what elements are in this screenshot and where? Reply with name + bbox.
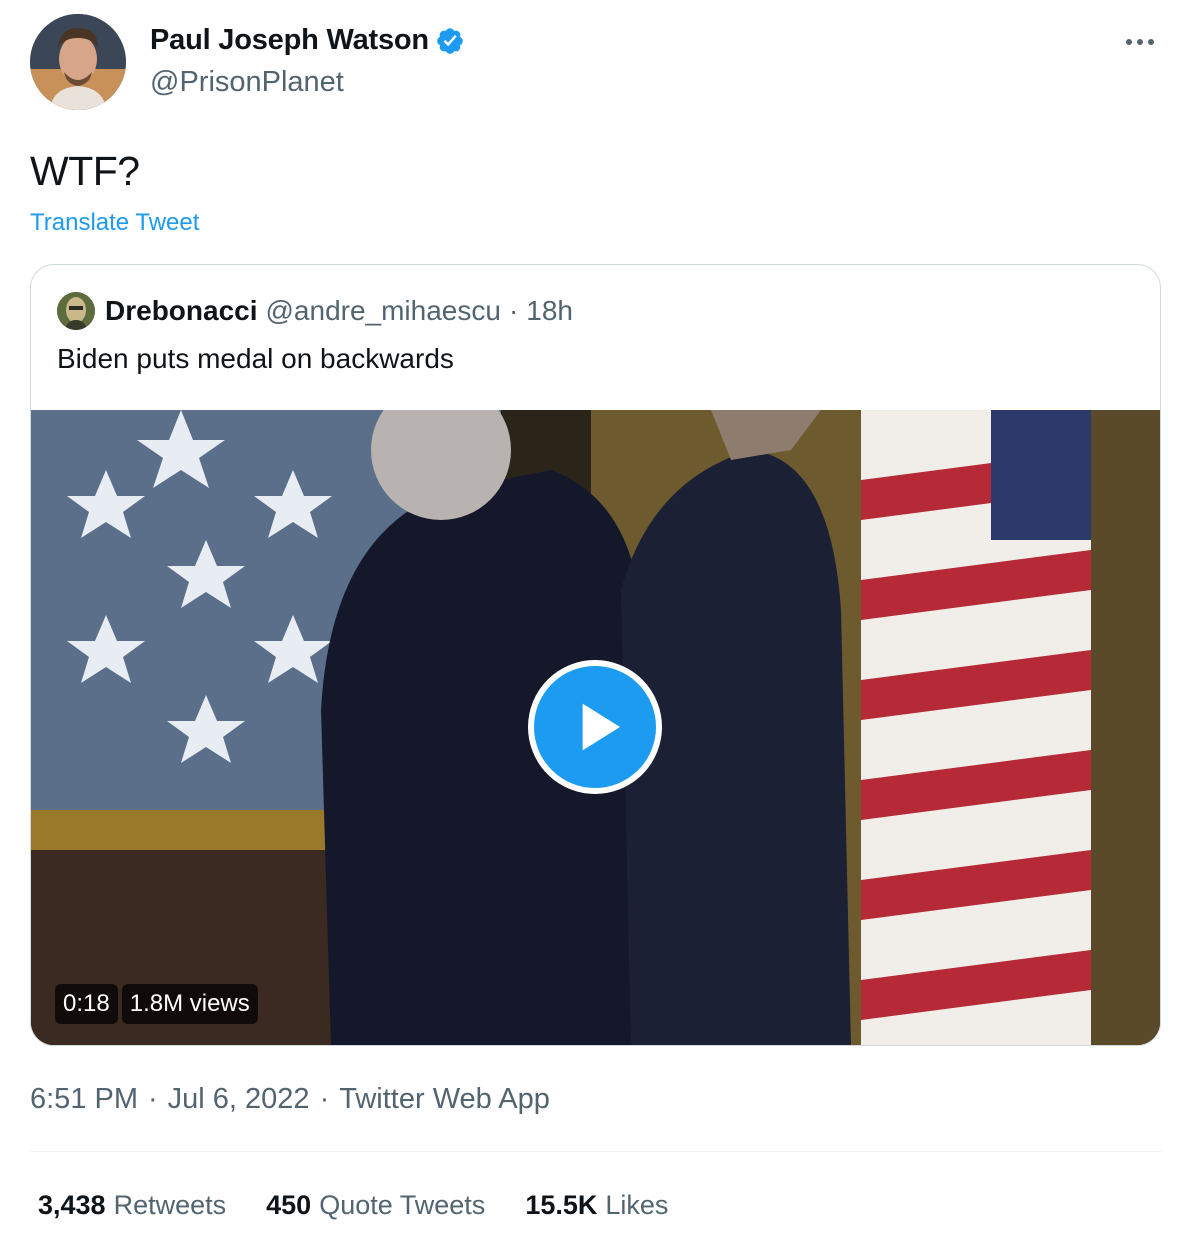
- quoted-tweet-header: Drebonacci @andre_mihaescu · 18h: [57, 292, 573, 330]
- quoted-tweet-time: 18h: [526, 295, 573, 326]
- retweets-stat[interactable]: 3,438 Retweets: [38, 1190, 226, 1221]
- more-options-button[interactable]: [1120, 28, 1160, 56]
- play-icon: [582, 703, 620, 751]
- quote-tweets-count: 450: [266, 1190, 312, 1220]
- tweet-time[interactable]: 6:51 PM: [30, 1083, 138, 1116]
- tweet-date[interactable]: Jul 6, 2022: [168, 1083, 310, 1116]
- likes-label: Likes: [605, 1190, 669, 1220]
- likes-stat[interactable]: 15.5K Likes: [525, 1190, 668, 1221]
- quoted-author-avatar[interactable]: [57, 292, 95, 330]
- engagement-stats: 3,438 Retweets 450 Quote Tweets 15.5K Li…: [38, 1190, 708, 1221]
- likes-count: 15.5K: [525, 1190, 598, 1220]
- separator-dot: ·: [508, 295, 519, 326]
- separator-dot: ·: [148, 1083, 158, 1115]
- divider: [30, 1151, 1162, 1152]
- author-name-row: Paul Joseph Watson: [150, 24, 465, 57]
- tweet-text: WTF?: [30, 148, 140, 194]
- video-badges: 0:18 1.8M views: [55, 984, 258, 1024]
- video-duration-badge: 0:18: [55, 984, 118, 1024]
- quote-tweets-stat[interactable]: 450 Quote Tweets: [266, 1190, 485, 1221]
- author-avatar[interactable]: [30, 14, 126, 110]
- video-player[interactable]: 0:18 1.8M views: [31, 410, 1160, 1045]
- translate-tweet-link[interactable]: Translate Tweet: [30, 209, 199, 237]
- retweets-count: 3,438: [38, 1190, 106, 1220]
- video-views-badge: 1.8M views: [121, 984, 258, 1024]
- tweet-source[interactable]: Twitter Web App: [339, 1083, 550, 1116]
- more-dot-icon: [1148, 39, 1154, 45]
- verified-badge-icon: [437, 27, 463, 54]
- retweets-label: Retweets: [113, 1190, 227, 1220]
- quote-tweets-label: Quote Tweets: [319, 1190, 486, 1220]
- quoted-author-name: Drebonacci: [105, 295, 258, 326]
- quoted-avatar-photo: [57, 292, 95, 330]
- more-dot-icon: [1126, 39, 1132, 45]
- tweet: Paul Joseph Watson @PrisonPlanet WTF? Tr…: [0, 0, 1188, 1254]
- quoted-tweet-card[interactable]: Drebonacci @andre_mihaescu · 18h Biden p…: [30, 264, 1161, 1046]
- separator-dot: ·: [319, 1083, 330, 1115]
- avatar-photo: [30, 14, 126, 110]
- author-display-name[interactable]: Paul Joseph Watson: [150, 24, 429, 57]
- quoted-author-handle: @andre_mihaescu: [265, 295, 501, 326]
- quoted-tweet-text: Biden puts medal on backwards: [57, 343, 454, 374]
- more-dot-icon: [1137, 39, 1143, 45]
- tweet-metadata: 6:51 PM · Jul 6, 2022 · Twitter Web App: [30, 1083, 550, 1116]
- author-handle[interactable]: @PrisonPlanet: [150, 66, 344, 99]
- play-button[interactable]: [528, 660, 662, 794]
